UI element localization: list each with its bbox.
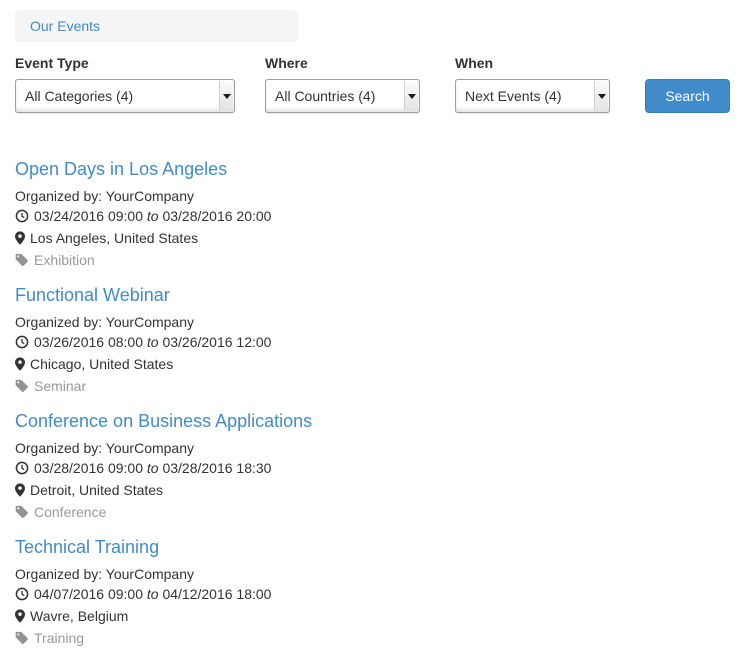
event-date-separator: to: [147, 208, 159, 224]
event-tag: Exhibition: [15, 250, 735, 272]
event-date-start: 03/24/2016 09:00: [34, 208, 143, 224]
event-tag: Training: [15, 628, 735, 650]
event-title-link[interactable]: Open Days in Los Angeles: [15, 158, 227, 180]
event-tag: Conference: [15, 502, 735, 524]
when-label: When: [455, 55, 610, 71]
clock-icon: [15, 460, 29, 480]
breadcrumb: Our Events: [15, 10, 298, 42]
search-button[interactable]: Search: [645, 79, 730, 113]
event-date-separator: to: [147, 460, 159, 476]
caret-down-icon: [594, 81, 608, 111]
filter-group-where: Where All Countries (4): [265, 55, 420, 113]
event-location-text: Chicago, United States: [30, 356, 173, 372]
event-title-link[interactable]: Functional Webinar: [15, 284, 170, 306]
event-location: Wavre, Belgium: [15, 606, 735, 628]
event-date-end: 03/28/2016 18:30: [162, 460, 271, 476]
events-page: Our Events Event Type All Categories (4)…: [0, 0, 750, 650]
event-dates: 03/24/2016 09:00 to 03/28/2016 20:00: [15, 206, 735, 228]
filter-group-event-type: Event Type All Categories (4): [15, 55, 235, 113]
event-item: Conference on Business Applications Orga…: [15, 410, 735, 524]
event-date-start: 03/26/2016 08:00: [34, 334, 143, 350]
map-marker-icon: [15, 482, 25, 502]
tag-icon: [15, 252, 29, 272]
event-date-end: 03/26/2016 12:00: [162, 334, 271, 350]
event-date-start: 03/28/2016 09:00: [34, 460, 143, 476]
event-organizer: Organized by: YourCompany: [15, 312, 735, 332]
event-date-separator: to: [147, 334, 159, 350]
event-item: Functional Webinar Organized by: YourCom…: [15, 284, 735, 398]
event-organizer: Organized by: YourCompany: [15, 438, 735, 458]
tag-icon: [15, 378, 29, 398]
clock-icon: [15, 334, 29, 354]
breadcrumb-link-our-events[interactable]: Our Events: [30, 18, 100, 34]
event-type-selected-value: All Categories (4): [25, 88, 133, 104]
event-dates: 03/28/2016 09:00 to 03/28/2016 18:30: [15, 458, 735, 480]
when-selected-value: Next Events (4): [465, 88, 561, 104]
filter-group-when: When Next Events (4): [455, 55, 610, 113]
event-dates: 03/26/2016 08:00 to 03/26/2016 12:00: [15, 332, 735, 354]
event-tag: Seminar: [15, 376, 735, 398]
caret-down-icon: [404, 81, 418, 111]
tag-icon: [15, 630, 29, 650]
event-item: Open Days in Los Angeles Organized by: Y…: [15, 158, 735, 272]
event-filters-form: Event Type All Categories (4) Where All …: [15, 55, 735, 113]
where-label: Where: [265, 55, 420, 71]
country-selected-value: All Countries (4): [275, 88, 375, 104]
event-organizer: Organized by: YourCompany: [15, 186, 735, 206]
event-date-end: 04/12/2016 18:00: [162, 586, 271, 602]
tag-icon: [15, 504, 29, 524]
event-organizer: Organized by: YourCompany: [15, 564, 735, 584]
map-marker-icon: [15, 608, 25, 628]
event-tag-text: Training: [34, 630, 84, 646]
event-location: Chicago, United States: [15, 354, 735, 376]
map-marker-icon: [15, 230, 25, 250]
event-date-separator: to: [147, 586, 159, 602]
event-location: Detroit, United States: [15, 480, 735, 502]
event-location-text: Wavre, Belgium: [30, 608, 128, 624]
event-title-link[interactable]: Technical Training: [15, 536, 159, 558]
event-tag-text: Exhibition: [34, 252, 95, 268]
event-dates: 04/07/2016 09:00 to 04/12/2016 18:00: [15, 584, 735, 606]
event-tag-text: Seminar: [34, 378, 86, 394]
event-location: Los Angeles, United States: [15, 228, 735, 250]
event-type-select[interactable]: All Categories (4): [15, 79, 235, 113]
event-title-link[interactable]: Conference on Business Applications: [15, 410, 312, 432]
map-marker-icon: [15, 356, 25, 376]
caret-down-icon: [219, 81, 233, 111]
when-select[interactable]: Next Events (4): [455, 79, 610, 113]
event-type-label: Event Type: [15, 55, 235, 71]
event-location-text: Los Angeles, United States: [30, 230, 198, 246]
event-tag-text: Conference: [34, 504, 106, 520]
clock-icon: [15, 586, 29, 606]
country-select[interactable]: All Countries (4): [265, 79, 420, 113]
event-location-text: Detroit, United States: [30, 482, 163, 498]
event-date-end: 03/28/2016 20:00: [162, 208, 271, 224]
clock-icon: [15, 208, 29, 228]
events-list: Open Days in Los Angeles Organized by: Y…: [15, 158, 735, 650]
event-item: Technical Training Organized by: YourCom…: [15, 536, 735, 650]
event-date-start: 04/07/2016 09:00: [34, 586, 143, 602]
